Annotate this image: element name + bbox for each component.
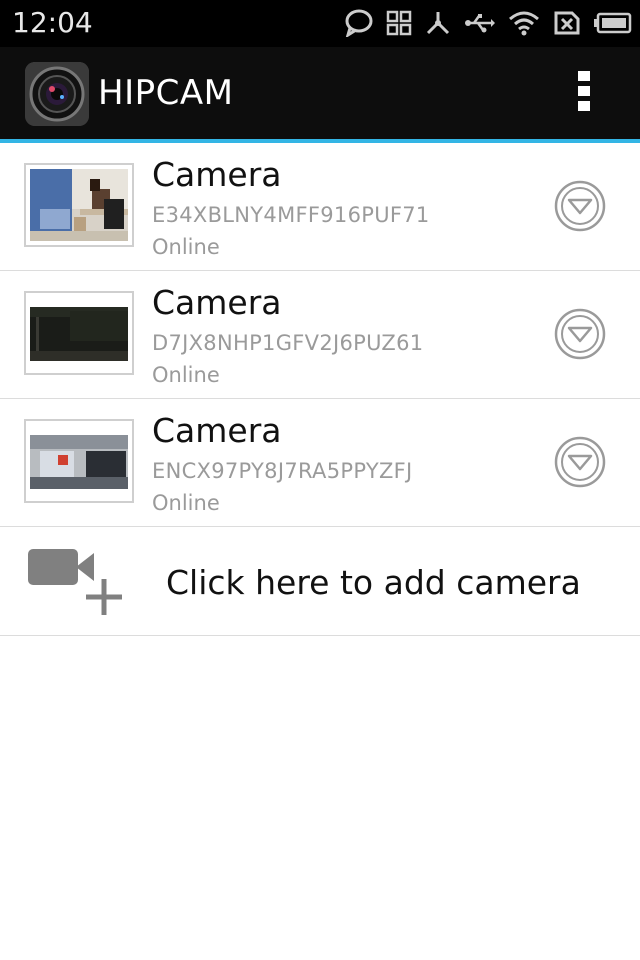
camera-id: ENCX97PY8J7RA5PPYZFJ (152, 459, 413, 483)
status-time: 12:04 (12, 6, 93, 39)
camera-list: Camera E34XBLNY4MFF916PUF71 Online Camer… (0, 143, 640, 636)
desk-monitor-snapshot (30, 425, 128, 497)
sim-icon (554, 11, 580, 35)
camera-list-item[interactable]: Camera D7JX8NHP1GFV2J6PUZ61 Online (0, 271, 640, 399)
camera-id: D7JX8NHP1GFV2J6PUZ61 (152, 331, 424, 355)
bluetooth-share-icon (426, 12, 450, 35)
usb-icon (465, 14, 495, 33)
chevron-down-circle-icon[interactable] (554, 308, 606, 360)
add-video-camera-icon (28, 549, 122, 615)
camera-status: Online (152, 491, 220, 515)
camera-list-item[interactable]: Camera ENCX97PY8J7RA5PPYZFJ Online (0, 399, 640, 527)
chat-bubble-icon (345, 9, 373, 37)
wifi-icon (509, 11, 539, 36)
chevron-down-circle-icon[interactable] (554, 436, 606, 488)
action-bar: HIPCAM (0, 47, 640, 139)
battery-icon (594, 12, 632, 34)
status-icons (344, 6, 632, 40)
camera-name: Camera (152, 411, 282, 450)
camera-list-item[interactable]: Camera E34XBLNY4MFF916PUF71 Online (0, 143, 640, 271)
add-camera-label: Click here to add camera (166, 563, 581, 602)
grid-icon (386, 10, 412, 36)
add-camera-button[interactable]: Click here to add camera (0, 527, 640, 636)
camera-name: Camera (152, 155, 282, 194)
app-title: HIPCAM (98, 73, 234, 113)
camera-thumbnail[interactable] (24, 291, 134, 375)
app-logo-icon[interactable] (25, 62, 89, 126)
camera-thumbnail[interactable] (24, 419, 134, 503)
status-bar: 12:04 (0, 0, 640, 47)
camera-id: E34XBLNY4MFF916PUF71 (152, 203, 430, 227)
camera-status: Online (152, 363, 220, 387)
camera-status: Online (152, 235, 220, 259)
chevron-down-circle-icon[interactable] (554, 180, 606, 232)
dark-room-snapshot (30, 297, 128, 369)
camera-name: Camera (152, 283, 282, 322)
office-snapshot (30, 169, 128, 241)
camera-thumbnail[interactable] (24, 163, 134, 247)
overflow-menu-icon[interactable] (574, 71, 594, 117)
